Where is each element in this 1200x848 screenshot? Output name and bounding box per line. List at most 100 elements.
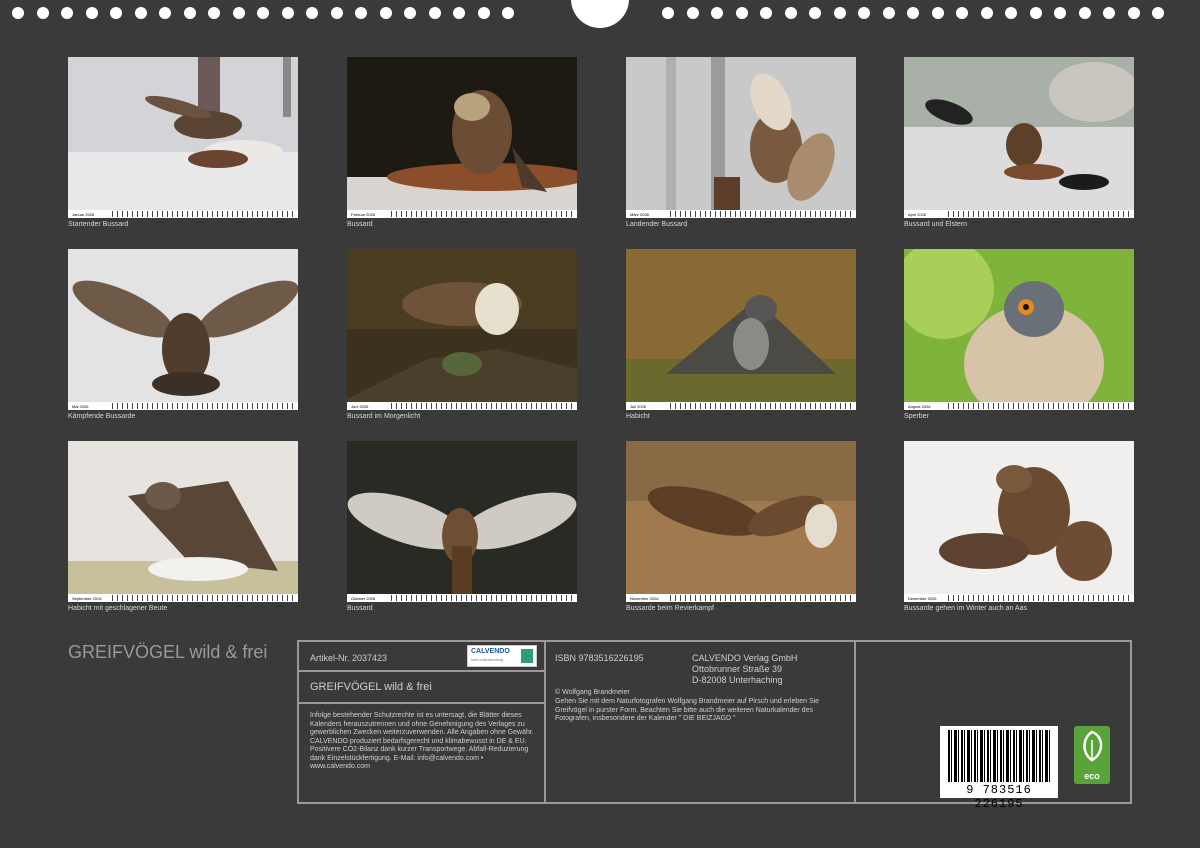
month-label: Mai 2026: [72, 403, 89, 409]
binding-hole: [1078, 7, 1091, 19]
barcode-bars: [948, 730, 1050, 782]
calvendo-logo: CALVENDO Mein Kalenderverlag: [467, 645, 537, 667]
month-label: Juni 2026: [351, 403, 369, 409]
binding-hole: [404, 7, 416, 19]
month-label: August 2026: [908, 403, 931, 409]
photo-tile-december: Dezember 2026 Bussarde gehen im Winter a…: [904, 441, 1134, 612]
binding-hole: [159, 7, 171, 19]
photo-tile-august: August 2026 Sperber: [904, 249, 1134, 420]
sperber-image: [904, 249, 1134, 410]
photo-tile-october: Oktober 2026 Bussard: [347, 441, 577, 612]
binding-hole: [502, 7, 514, 19]
binding-hole: [956, 7, 968, 19]
month-label: Oktober 2026: [351, 595, 376, 601]
binding-hole: [760, 7, 772, 19]
article-number: Artikel-Nr. 2037423: [310, 653, 388, 663]
binding-hole: [1005, 7, 1017, 19]
info-panel: Artikel-Nr. 2037423 CALVENDO Mein Kalend…: [297, 640, 1132, 811]
eco-label: eco: [1084, 771, 1100, 781]
barcode-number: 9 783516 226195: [966, 783, 1032, 811]
bussard-wings-image: [347, 441, 577, 602]
binding-hole: [882, 7, 895, 19]
fighting-bussards-image: [68, 249, 298, 410]
description: Gehen Sie mit dem Naturfotografen Wolfga…: [555, 698, 820, 722]
photo-tile-january: Januar 2026 Startender Bussard: [68, 57, 298, 228]
photo-june: Juni 2026: [347, 249, 577, 410]
binding-hole: [281, 7, 294, 19]
binding-hole: [306, 7, 318, 19]
publisher-street: Ottobrunner Straße 39: [692, 664, 783, 674]
photo-tile-march: März 2026 Landender Bussard: [626, 57, 856, 228]
binding-hole: [980, 7, 993, 19]
copyright: © Wolfgang Brandmeier: [555, 689, 630, 696]
photo-caption: Bussarde gehen im Winter auch an Aas: [904, 605, 1027, 612]
binding-hole: [1127, 7, 1140, 19]
binding-hole: [355, 7, 367, 19]
binding-hole: [110, 7, 122, 19]
publisher-city: D-82008 Unterhaching: [692, 675, 783, 685]
isbn: ISBN 9783516226195: [555, 653, 644, 663]
photo-may: Mai 2026: [68, 249, 298, 410]
leaf-icon: [1083, 730, 1103, 762]
photo-tile-april: April 2026 Bussard und Elstern: [904, 57, 1134, 228]
photo-tile-november: November 2026 Bussarde beim Revierkampf: [626, 441, 856, 612]
legal-notice: Infolge bestehender Schutzrechte ist es …: [310, 712, 534, 770]
binding-hole: [686, 7, 699, 19]
hanger-cutout: [571, 0, 629, 28]
bussard-magpies-image: [904, 57, 1134, 218]
binding-hole: [1029, 7, 1042, 19]
photo-tile-june: Juni 2026 Bussard im Morgenlicht: [347, 249, 577, 420]
month-label: April 2026: [908, 211, 927, 217]
photo-november: November 2026: [626, 441, 856, 602]
photo-february: Februar 2026: [347, 57, 577, 218]
photo-october: Oktober 2026: [347, 441, 577, 602]
photo-september: September 2026: [68, 441, 298, 602]
bussard-prey-image: [347, 57, 577, 218]
habicht-image: [626, 249, 856, 410]
photo-caption: Bussard: [347, 221, 373, 228]
binding-hole: [453, 7, 465, 19]
photo-december: Dezember 2026: [904, 441, 1134, 602]
logo-flag-icon: [521, 649, 533, 663]
binding-hole: [379, 7, 392, 19]
photo-caption: Bussard und Elstern: [904, 221, 968, 228]
binding-hole: [232, 7, 245, 19]
binding-hole: [330, 7, 343, 19]
photo-march: März 2026: [626, 57, 856, 218]
barcode: 9 783516 226195: [940, 726, 1058, 811]
binding-hole: [662, 7, 674, 19]
binding-hole: [784, 7, 797, 19]
bussard-morning-image: [347, 249, 577, 410]
calendar-title-small: GREIFVÖGEL wild & frei: [310, 681, 432, 693]
binding-hole: [809, 7, 821, 19]
habicht-prey-image: [68, 441, 298, 602]
bussards-carrion-image: [904, 441, 1134, 602]
binding-hole: [711, 7, 723, 19]
photo-caption: Habicht mit geschlagener Beute: [68, 605, 168, 612]
binding-hole: [1103, 7, 1115, 19]
month-label: Juli 2026: [630, 403, 647, 409]
binding-hole: [183, 7, 196, 19]
logo-text: CALVENDO: [471, 648, 510, 655]
binding-hole: [477, 7, 490, 19]
photo-caption: Bussard: [347, 605, 373, 612]
photo-july: Juli 2026: [626, 249, 856, 410]
binding-hole: [1054, 7, 1066, 19]
binding-hole: [428, 7, 441, 19]
photo-caption: Kämpfende Bussarde: [68, 413, 136, 420]
photo-caption: Bussard im Morgenlicht: [347, 413, 421, 420]
photo-tile-september: September 2026 Habicht mit geschlagener …: [68, 441, 298, 612]
binding-hole: [61, 7, 73, 19]
logo-subtitle: Mein Kalenderverlag: [471, 658, 504, 662]
binding-hole: [1152, 7, 1164, 19]
binding-hole: [833, 7, 846, 19]
photo-caption: Startender Bussard: [68, 221, 129, 228]
month-label: Dezember 2026: [908, 595, 937, 601]
binding-hole: [85, 7, 98, 19]
month-label: Februar 2026: [351, 211, 376, 217]
binding-hole: [735, 7, 748, 19]
binding-hole: [36, 7, 49, 19]
binding-hole: [931, 7, 944, 19]
territorial-fight-image: [626, 441, 856, 602]
binding-hole: [907, 7, 919, 19]
